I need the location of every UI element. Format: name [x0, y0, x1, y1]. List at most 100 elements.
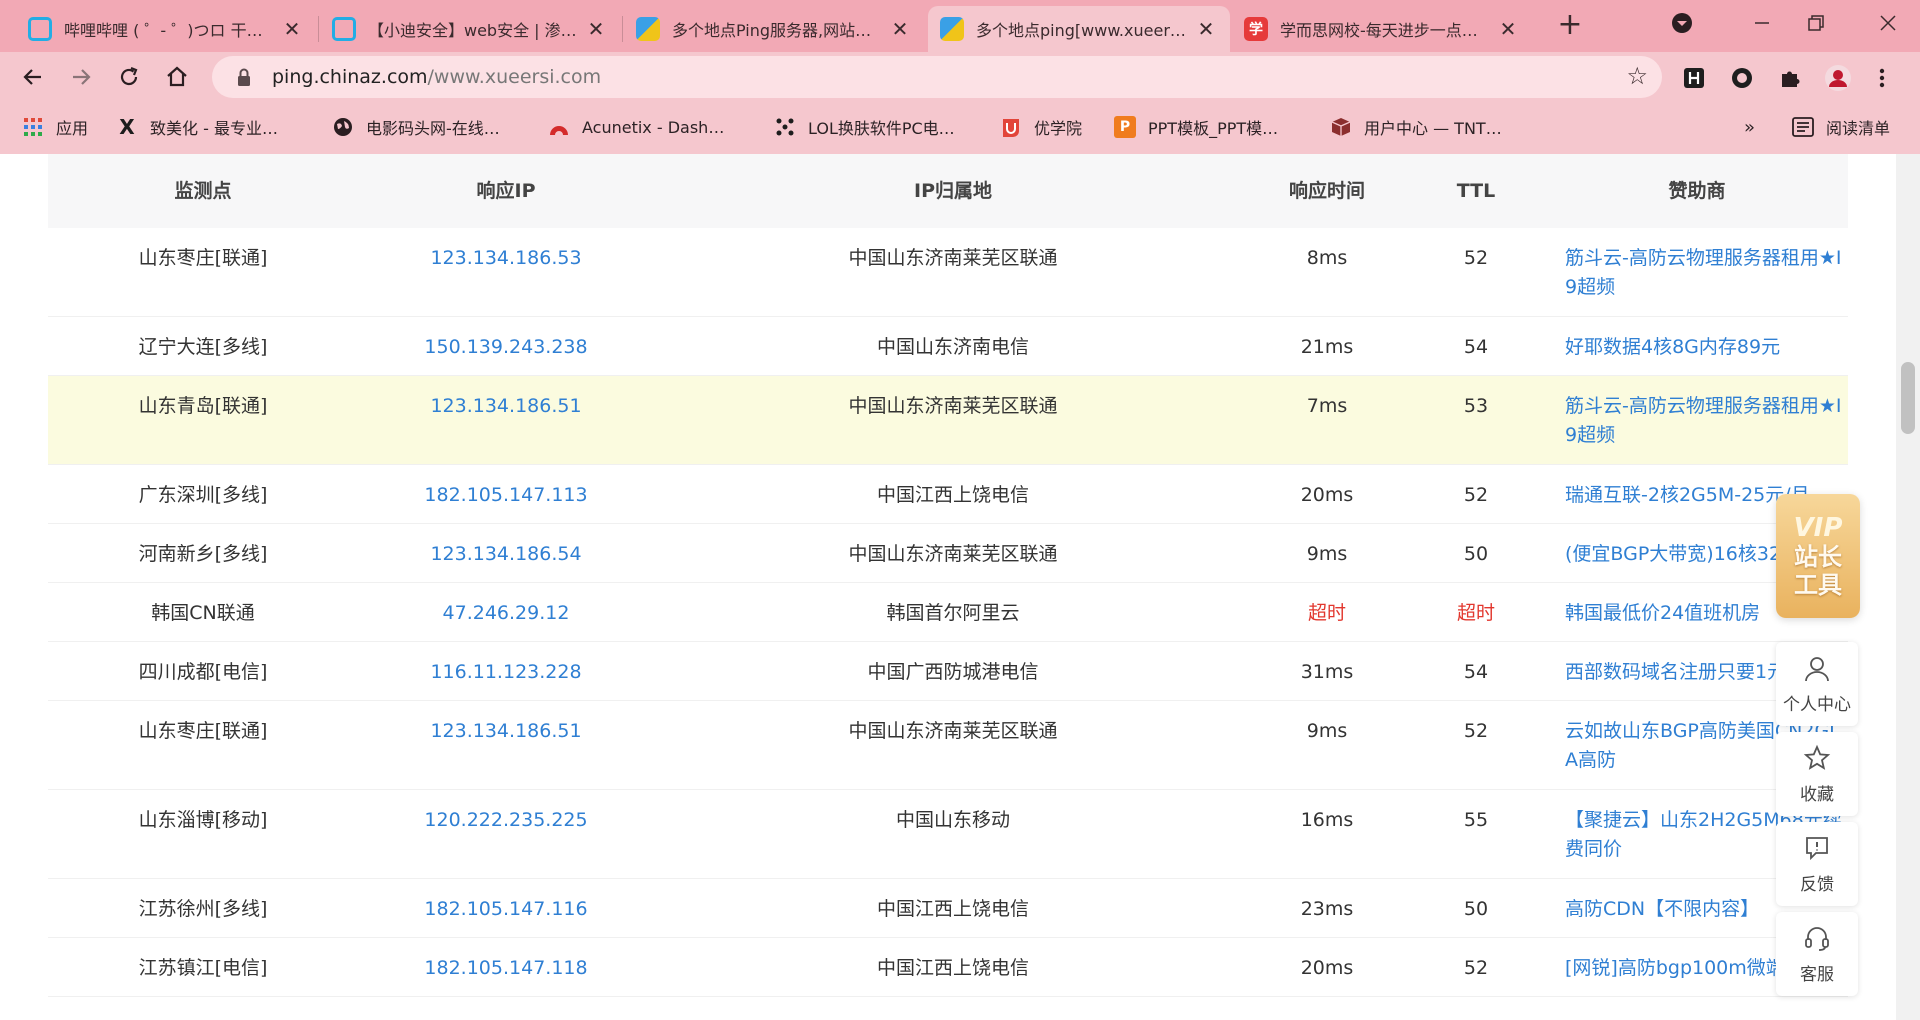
bookmark-lol[interactable]: LOL换肤软件PC电…	[774, 114, 955, 140]
new-tab-button[interactable]: +	[1552, 8, 1588, 44]
bookmark-label: 优学院	[1034, 119, 1083, 138]
cell-ip[interactable]: 120.222.235.225	[358, 790, 654, 835]
tab-search-button[interactable]	[1650, 0, 1714, 46]
reading-list-button[interactable]: 阅读清单	[1792, 114, 1890, 140]
bookmark-zhimeihua[interactable]: X 致美化 - 最专业…	[116, 114, 278, 140]
side-favorite-button[interactable]: 收藏	[1776, 732, 1858, 816]
table-row: 广东深圳[多线] 182.105.147.113 中国江西上饶电信 20ms 5…	[48, 465, 1848, 524]
close-window-button[interactable]	[1856, 0, 1920, 46]
cell-point: 广东深圳[多线]	[138, 484, 268, 506]
tnt-box-icon	[1330, 116, 1352, 138]
cell-ttl: 54	[1463, 661, 1489, 683]
bookmark-ppt[interactable]: P PPT模板_PPT模…	[1114, 114, 1278, 140]
table-row: 韩国CN联通 47.246.29.12 韩国首尔阿里云 超时 超时 韩国最低价2…	[48, 583, 1848, 642]
page-scrollbar[interactable]	[1896, 154, 1920, 1020]
bookmark-label: 阅读清单	[1826, 119, 1891, 138]
cell-location: 中国江西上饶电信	[876, 957, 1029, 979]
chinaz-icon	[940, 17, 964, 41]
restore-icon	[1808, 15, 1824, 31]
cell-point: 四川成都[电信]	[138, 661, 268, 683]
cell-sponsor-link[interactable]: 好耶数据4核8G内存89元	[1550, 317, 1848, 362]
close-icon[interactable]: ✕	[280, 17, 304, 41]
cell-ip[interactable]: 150.139.243.238	[358, 317, 654, 362]
avatar-icon	[1825, 65, 1851, 91]
cell-ip[interactable]: 123.134.186.53	[358, 228, 654, 273]
cell-sponsor-link[interactable]: 筋斗云-高防云物理服务器租用★I9超频	[1550, 228, 1848, 302]
tab-xiaodi[interactable]: 【小迪安全】web安全 | 渗… ✕	[320, 6, 620, 52]
bookmark-youxueyuan[interactable]: 优学院	[1000, 114, 1082, 140]
tab-chinaz-ping-active[interactable]: 多个地点ping[www.xueer… ✕	[928, 6, 1230, 52]
close-icon[interactable]: ✕	[1496, 17, 1520, 41]
puzzle-icon	[1782, 71, 1800, 87]
bookmark-label: 应用	[56, 119, 89, 138]
cell-ip[interactable]: 47.246.29.12	[358, 583, 654, 628]
bookmarks-bar: 应用 X 致美化 - 最专业… 电影码头网-在线… Acunetix - Das…	[0, 102, 1920, 150]
restore-button[interactable]	[1784, 0, 1848, 46]
browser-chrome: 哔哩哔哩 ( ゜- ゜)つロ 干… ✕ 【小迪安全】web安全 | 渗… ✕ 多…	[0, 0, 1920, 154]
cell-ttl: 50	[1463, 898, 1489, 920]
cell-ip[interactable]: 123.134.186.51	[358, 376, 654, 421]
cell-ip[interactable]: 182.105.147.116	[358, 879, 654, 924]
tab-bilibili[interactable]: 哔哩哔哩 ( ゜- ゜)つロ 干… ✕	[16, 6, 316, 52]
tab-xueersi[interactable]: 学 学而思网校-每天进步一点… ✕	[1232, 6, 1532, 52]
side-feedback-button[interactable]: 反馈	[1776, 822, 1858, 906]
star-icon[interactable]: ☆	[1626, 62, 1648, 90]
menu-button[interactable]	[1868, 64, 1896, 92]
cell-ttl-timeout: 超时	[1456, 602, 1495, 624]
reload-button[interactable]	[112, 60, 146, 94]
cell-time: 16ms	[1300, 809, 1354, 831]
cell-time: 9ms	[1306, 720, 1348, 742]
cell-ip[interactable]: 123.134.186.54	[358, 524, 654, 569]
cell-sponsor-link[interactable]: 筋斗云-高防云物理服务器租用★I9超频	[1550, 376, 1848, 450]
vip-webmaster-tools-badge[interactable]: VIP 站长 工具	[1776, 494, 1860, 618]
address-bar[interactable]: ping.chinaz.com/www.xueersi.com ☆	[212, 56, 1662, 98]
user-icon	[1805, 656, 1829, 681]
cell-ip[interactable]: 182.105.147.113	[358, 465, 654, 510]
close-icon[interactable]: ✕	[888, 17, 912, 41]
close-icon[interactable]: ✕	[584, 17, 608, 41]
forward-button[interactable]	[64, 60, 98, 94]
tab-chinaz-ping[interactable]: 多个地点Ping服务器,网站… ✕	[624, 6, 924, 52]
bookmark-label: 用户中心 — TNT…	[1364, 119, 1502, 138]
tab-divider	[318, 16, 319, 42]
cell-ip[interactable]: 123.134.186.51	[358, 701, 654, 746]
extension-circle-button[interactable]	[1728, 64, 1756, 92]
profile-button[interactable]	[1824, 64, 1852, 92]
side-customer-service-button[interactable]: 客服	[1776, 912, 1858, 996]
browser-toolbar: ping.chinaz.com/www.xueersi.com ☆	[0, 52, 1920, 102]
bookmarks-overflow-button[interactable]: »	[1744, 114, 1755, 140]
bookmark-movie[interactable]: 电影码头网-在线…	[332, 114, 500, 140]
bilibili-icon	[28, 17, 52, 41]
scrollbar-thumb[interactable]	[1901, 362, 1915, 434]
cell-ttl: 52	[1463, 957, 1489, 979]
xueersi-icon: 学	[1244, 17, 1268, 41]
extension-circle-icon	[1732, 68, 1752, 88]
cell-location: 中国山东济南电信	[876, 336, 1029, 358]
bookmark-acunetix[interactable]: Acunetix - Dash…	[548, 114, 724, 140]
cell-ip[interactable]: 116.11.123.228	[358, 642, 654, 687]
vip-label: VIP	[1793, 513, 1843, 543]
bookmark-tnt[interactable]: 用户中心 — TNT…	[1330, 114, 1502, 140]
close-icon	[1880, 15, 1896, 31]
cell-location: 韩国首尔阿里云	[886, 602, 1020, 624]
cell-point: 山东枣庄[联通]	[138, 720, 268, 742]
back-button[interactable]	[16, 60, 50, 94]
table-row: 江苏徐州[多线] 182.105.147.116 中国江西上饶电信 23ms 5…	[48, 879, 1848, 938]
extension-h-button[interactable]	[1680, 64, 1708, 92]
extensions-button[interactable]	[1776, 64, 1804, 92]
home-button[interactable]	[160, 60, 194, 94]
cell-location: 中国山东济南莱芜区联通	[848, 247, 1058, 269]
cell-location: 中国江西上饶电信	[876, 484, 1029, 506]
close-icon[interactable]: ✕	[1194, 17, 1218, 41]
cell-point: 山东淄博[移动]	[138, 809, 268, 831]
address-path: /www.xueersi.com	[427, 66, 602, 88]
cell-time: 31ms	[1300, 661, 1354, 683]
cell-time: 21ms	[1300, 336, 1354, 358]
bookmark-apps[interactable]: 应用	[22, 114, 88, 140]
cell-ip[interactable]: 182.105.147.118	[358, 938, 654, 983]
cell-point: 辽宁大连[多线]	[138, 336, 268, 358]
cell-ttl: 52	[1463, 484, 1489, 506]
side-user-center-button[interactable]: 个人中心	[1776, 642, 1858, 726]
cell-time: 8ms	[1306, 247, 1348, 269]
bookmark-label: 电影码头网-在线…	[366, 119, 500, 138]
